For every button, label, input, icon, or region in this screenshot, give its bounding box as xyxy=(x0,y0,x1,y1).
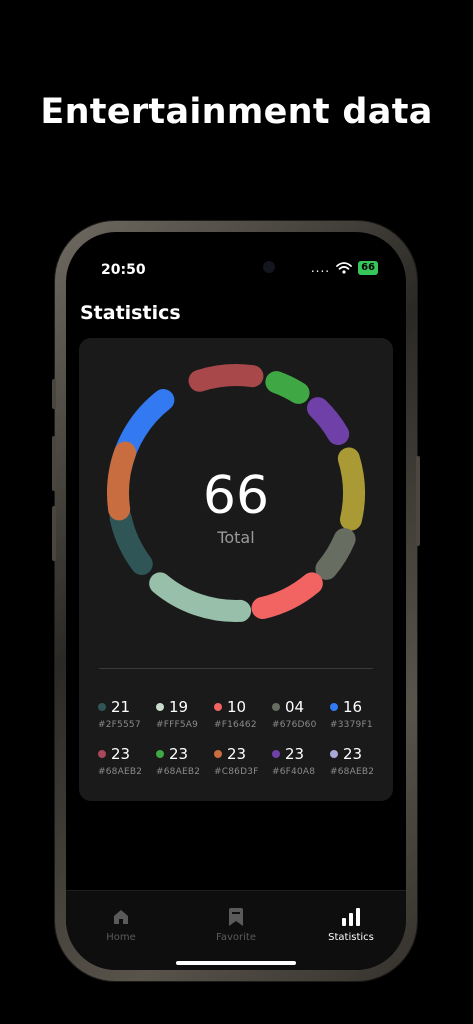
legend-hex: #FFF5A9 xyxy=(156,720,199,730)
legend-dot xyxy=(330,703,338,711)
legend-value: 23 xyxy=(343,745,363,763)
legend-dot xyxy=(156,703,164,711)
legend-hex: #F16462 xyxy=(214,720,257,730)
legend-dot xyxy=(272,750,280,758)
tab-label-home: Home xyxy=(106,932,136,943)
home-icon xyxy=(114,910,128,924)
legend-dot xyxy=(98,703,106,711)
legend-item: 23 #C86D3F xyxy=(214,745,272,777)
legend-item: 21 #2F5557 xyxy=(98,698,156,730)
page-title: Statistics xyxy=(80,302,181,324)
legend-hex: #3379F1 xyxy=(330,720,373,730)
legend-value: 23 xyxy=(111,745,131,763)
legend-hex: #676D60 xyxy=(272,720,317,730)
legend-item: 23 #68AEB2 xyxy=(330,745,388,777)
legend-value: 04 xyxy=(285,698,305,716)
legend-dot xyxy=(272,703,280,711)
legend-item: 23 #68AEB2 xyxy=(98,745,156,777)
ring-segment-purple xyxy=(306,397,350,445)
legend-value: 16 xyxy=(343,698,363,716)
ring-segment-green xyxy=(265,371,310,404)
legend-value: 21 xyxy=(111,698,131,716)
wifi-icon xyxy=(336,262,352,274)
battery-icon: 66 xyxy=(358,261,378,275)
legend-dot xyxy=(98,750,106,758)
legend-hex: #68AEB2 xyxy=(98,767,143,777)
legend-hex: #6F40A8 xyxy=(272,767,316,777)
tab-home[interactable]: Home xyxy=(66,906,176,943)
bookmark-icon xyxy=(229,908,243,926)
legend-hex: #68AEB2 xyxy=(156,767,201,777)
bar-chart-icon xyxy=(342,908,360,926)
legend-item: 23 #6F40A8 xyxy=(272,745,330,777)
legend-dot xyxy=(214,750,222,758)
legend-value: 19 xyxy=(169,698,189,716)
legend-item: 23 #68AEB2 xyxy=(156,745,214,777)
ring-segment-coral xyxy=(251,572,323,619)
statistics-card: 66 Total 21 #2F5557 19 #FFF5A9 10 #F16462 04 #6… xyxy=(79,338,393,801)
mute-switch xyxy=(52,379,56,409)
legend-value: 23 xyxy=(169,745,189,763)
phone-screen: 20:50 .... 66 Statistics 66 Total 21 #2F5… xyxy=(66,232,406,970)
home-indicator xyxy=(176,961,296,965)
dynamic-island xyxy=(194,252,290,282)
legend-value: 23 xyxy=(285,745,305,763)
legend-hex: #2F5557 xyxy=(98,720,141,730)
phone-frame: 20:50 .... 66 Statistics 66 Total 21 #2F5… xyxy=(52,221,420,981)
legend-dot xyxy=(156,750,164,758)
tab-label-statistics: Statistics xyxy=(328,932,374,943)
tab-statistics[interactable]: Statistics xyxy=(296,906,406,943)
camera-icon xyxy=(263,261,275,273)
legend-hex: #68AEB2 xyxy=(330,767,375,777)
total-value: 66 xyxy=(202,466,270,526)
legend-item: 10 #F16462 xyxy=(214,698,272,730)
legend-row: 21 #2F5557 19 #FFF5A9 10 #F16462 04 #676D60 16 #3… xyxy=(98,698,388,730)
legend-dot xyxy=(330,750,338,758)
legend-value: 23 xyxy=(227,745,247,763)
status-indicators: .... 66 xyxy=(311,261,378,275)
legend-item: 19 #FFF5A9 xyxy=(156,698,214,730)
legend-hex: #C86D3F xyxy=(214,767,259,777)
ring-segment-mint xyxy=(149,572,252,622)
signal-icon: .... xyxy=(310,261,331,275)
total-label: Total xyxy=(217,528,255,547)
tab-bar: Home Favorite Statistics xyxy=(66,890,406,970)
legend-value: 10 xyxy=(227,698,247,716)
power-button xyxy=(416,456,420,546)
legend-row: 23 #68AEB2 23 #68AEB2 23 #C86D3F 23 #6F40A8 23 #6… xyxy=(98,745,388,777)
legend-item: 04 #676D60 xyxy=(272,698,330,730)
tab-label-favorite: Favorite xyxy=(216,932,256,943)
legend-item: 16 #3379F1 xyxy=(330,698,388,730)
legend: 21 #2F5557 19 #FFF5A9 10 #F16462 04 #676D60 16 #3… xyxy=(98,698,388,792)
tab-favorite[interactable]: Favorite xyxy=(181,906,291,943)
legend-dot xyxy=(214,703,222,711)
divider xyxy=(99,668,373,669)
headline: Entertainment data xyxy=(40,92,433,132)
ring-segment-red xyxy=(188,364,264,392)
volume-down-button xyxy=(52,506,56,561)
status-time: 20:50 xyxy=(101,262,146,278)
volume-up-button xyxy=(52,436,56,491)
